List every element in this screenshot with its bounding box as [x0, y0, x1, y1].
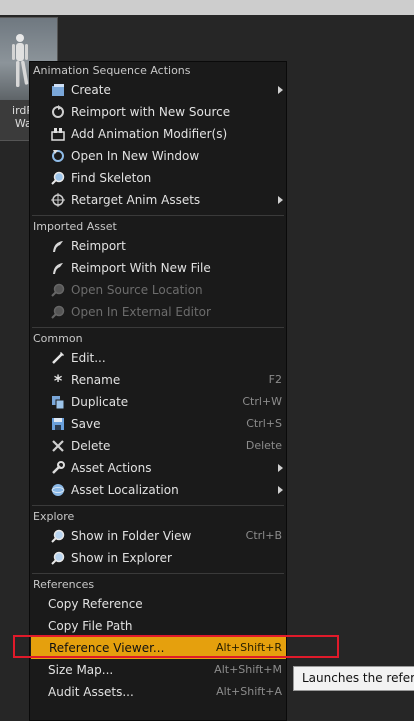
shortcut-label: Ctrl+B — [245, 529, 282, 542]
shortcut-label: Alt+Shift+A — [216, 685, 282, 698]
menu-item-label: Reimport With New File — [71, 261, 211, 275]
menu-item-label: Duplicate — [71, 395, 129, 409]
menu-item-open-external-editor: Open In External Editor — [30, 301, 286, 323]
section-header-anim: Animation Sequence Actions — [33, 64, 191, 77]
section-header-explore: Explore — [33, 510, 75, 523]
open-window-icon — [52, 150, 64, 162]
section-header-common: Common — [33, 332, 83, 345]
menu-item-label: Asset Actions — [71, 461, 152, 475]
menu-item-open-source-location: Open Source Location — [30, 279, 286, 301]
globe-icon — [51, 484, 65, 496]
menu-item-reimport-new-file[interactable]: Reimport With New File — [30, 257, 286, 279]
menu-item-reimport[interactable]: Reimport — [30, 235, 286, 257]
menu-item-copy-reference[interactable]: Copy Reference — [30, 593, 286, 615]
delete-x-icon — [52, 440, 64, 452]
menu-item-label: Show in Explorer — [71, 551, 172, 565]
submenu-arrow-icon — [278, 196, 283, 204]
menu-item-asset-localization[interactable]: Asset Localization — [30, 479, 286, 501]
separator — [32, 505, 284, 506]
menu-item-reimport-new-source[interactable]: Reimport with New Source — [30, 101, 286, 123]
menu-item-create[interactable]: Create — [30, 79, 286, 101]
menu-item-open-new-window[interactable]: Open In New Window — [30, 145, 286, 167]
menu-item-label: Copy Reference — [48, 597, 143, 611]
menu-item-show-folder-view[interactable]: Show in Folder View Ctrl+B — [30, 525, 286, 547]
menu-item-label: Create — [71, 83, 111, 97]
reimport-arrow-icon — [53, 241, 63, 252]
external-editor-icon — [51, 305, 65, 319]
menu-item-label: Reference Viewer... — [49, 641, 165, 655]
menu-item-label: Find Skeleton — [71, 171, 152, 185]
rename-asterisk-icon: * — [54, 372, 63, 388]
duplicate-icon — [52, 396, 65, 410]
edit-pencil-icon — [52, 352, 64, 364]
shortcut-label: Ctrl+S — [246, 417, 282, 430]
menu-item-label: Show in Folder View — [71, 529, 192, 543]
submenu-arrow-icon — [278, 86, 283, 94]
menu-item-duplicate[interactable]: Duplicate Ctrl+W — [30, 391, 286, 413]
menu-item-reference-viewer[interactable]: Reference Viewer... Alt+Shift+R — [31, 637, 286, 659]
menu-item-retarget[interactable]: Retarget Anim Assets — [30, 189, 286, 211]
menu-item-audit-assets[interactable]: Audit Assets... Alt+Shift+A — [30, 681, 286, 703]
menu-item-label: Audit Assets... — [48, 685, 134, 699]
svg-text:*: * — [54, 372, 63, 388]
menu-item-label: Open Source Location — [71, 283, 203, 297]
menu-item-save[interactable]: Save Ctrl+S — [30, 413, 286, 435]
reimport-icon — [52, 105, 64, 118]
menu-item-copy-file-path[interactable]: Copy File Path — [30, 615, 286, 637]
modifier-icon — [51, 128, 65, 141]
shortcut-label: F2 — [268, 373, 282, 386]
context-menu: Animation Sequence Actions Create Reimpo… — [29, 61, 287, 721]
menu-item-label: Add Animation Modifier(s) — [71, 127, 228, 141]
menu-item-label: Open In External Editor — [71, 305, 211, 319]
menu-item-label: Size Map... — [48, 663, 114, 677]
menu-item-show-in-explorer[interactable]: Show in Explorer — [30, 547, 286, 569]
menu-item-edit[interactable]: Edit... — [30, 347, 286, 369]
menu-item-label: Delete — [71, 439, 111, 453]
save-disk-icon — [52, 418, 64, 430]
menu-item-label: Reimport with New Source — [71, 105, 231, 119]
shortcut-label: Ctrl+W — [242, 395, 282, 408]
shortcut-label: Alt+Shift+R — [216, 641, 282, 654]
top-bar — [0, 0, 414, 15]
tooltip: Launches the referen — [293, 666, 414, 691]
menu-item-size-map[interactable]: Size Map... Alt+Shift+M — [30, 659, 286, 681]
separator — [32, 327, 284, 328]
menu-item-rename[interactable]: * Rename F2 — [30, 369, 286, 391]
target-icon — [51, 193, 65, 207]
menu-item-asset-actions[interactable]: Asset Actions — [30, 457, 286, 479]
menu-item-label: Edit... — [71, 351, 106, 365]
search-icon — [51, 551, 65, 565]
menu-item-label: Save — [71, 417, 101, 431]
folder-search-icon — [51, 283, 65, 297]
search-icon — [51, 171, 65, 185]
separator — [32, 573, 284, 574]
menu-item-label: Copy File Path — [48, 619, 133, 633]
separator — [32, 215, 284, 216]
menu-item-add-modifier[interactable]: Add Animation Modifier(s) — [30, 123, 286, 145]
shortcut-label: Alt+Shift+M — [214, 663, 282, 676]
reimport-arrow-icon — [53, 263, 63, 274]
section-header-references: References — [33, 578, 95, 591]
create-icon — [52, 84, 64, 96]
mannequin-icon — [12, 34, 29, 87]
menu-item-label: Reimport — [71, 239, 126, 253]
submenu-arrow-icon — [278, 464, 283, 472]
menu-item-label: Rename — [71, 373, 121, 387]
menu-item-delete[interactable]: Delete Delete — [30, 435, 286, 457]
search-icon — [51, 529, 65, 543]
menu-item-label: Retarget Anim Assets — [71, 193, 201, 207]
menu-item-label: Asset Localization — [71, 483, 179, 497]
menu-item-label: Open In New Window — [71, 149, 200, 163]
section-header-imported: Imported Asset — [33, 220, 117, 233]
menu-item-find-skeleton[interactable]: Find Skeleton — [30, 167, 286, 189]
wrench-icon — [52, 461, 65, 474]
submenu-arrow-icon — [278, 486, 283, 494]
shortcut-label: Delete — [245, 439, 282, 452]
